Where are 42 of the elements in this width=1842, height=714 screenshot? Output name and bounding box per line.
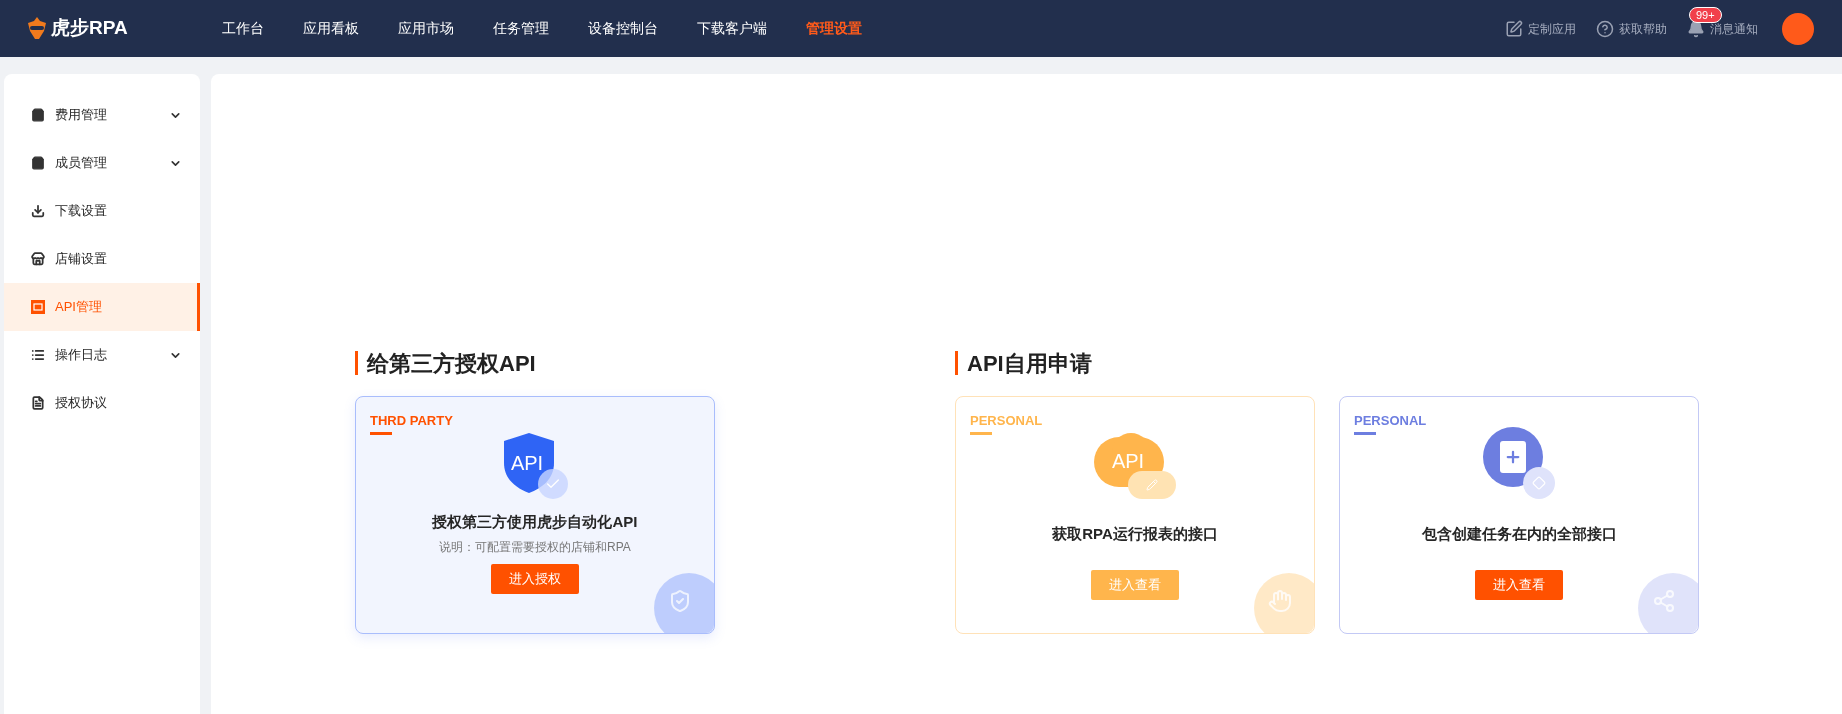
section-title: API自用申请 <box>967 349 1092 378</box>
card-description: 说明：可配置需要授权的店铺和RPA <box>439 538 631 556</box>
title-accent-bar <box>355 351 358 375</box>
card-tag: PERSONAL <box>1354 413 1427 429</box>
tiger-logo-icon <box>26 16 48 41</box>
sidebar-item[interactable]: 成员管理 <box>4 139 200 187</box>
logo-text: 虎步RPA <box>51 16 128 41</box>
help-icon <box>1596 19 1614 38</box>
list-icon <box>31 348 45 362</box>
sidebar-item[interactable]: 授权协议 <box>4 379 200 427</box>
nav-tab[interactable]: 应用看板 <box>303 18 359 39</box>
nav-tab[interactable]: 任务管理 <box>493 18 549 39</box>
avatar[interactable] <box>1782 12 1814 45</box>
tag-underline <box>1354 432 1376 435</box>
api-icon <box>31 300 45 314</box>
tag-underline <box>370 432 392 435</box>
sidebar-item[interactable]: 下载设置 <box>4 187 200 235</box>
sidebar-item[interactable]: 费用管理 <box>4 91 200 139</box>
add-document-icon <box>1483 427 1555 499</box>
nav-tab[interactable]: 工作台 <box>222 18 264 39</box>
edit-icon <box>1505 19 1523 38</box>
nav-tab[interactable]: 设备控制台 <box>588 18 658 39</box>
card-title: 授权第三方使用虎步自动化API <box>432 512 638 532</box>
title-accent-bar <box>955 351 958 375</box>
header-action[interactable]: 获取帮助 <box>1596 19 1667 38</box>
document-icon <box>31 396 45 410</box>
nav-tab[interactable]: 下载客户端 <box>697 18 767 39</box>
nav-tab[interactable]: 管理设置 <box>806 18 862 39</box>
store-icon <box>31 252 45 266</box>
header-action[interactable]: 定制应用 <box>1505 19 1576 38</box>
notification-badge: 99+ <box>1689 6 1722 23</box>
card-tag: THRD PARTY <box>370 413 453 429</box>
section-title: 给第三方授权API <box>367 349 536 378</box>
download-icon <box>31 204 45 218</box>
card-tag: PERSONAL <box>970 413 1043 429</box>
card-title: 获取RPA运行报表的接口 <box>1052 524 1218 544</box>
nav-tab[interactable]: 应用市场 <box>398 18 454 39</box>
sidebar-item[interactable]: 操作日志 <box>4 331 200 379</box>
bell-icon <box>1687 19 1705 38</box>
tag-underline <box>970 432 992 435</box>
sidebar-item[interactable]: 店铺设置 <box>4 235 200 283</box>
card-title: 包含创建任务在内的全部接口 <box>1421 524 1617 544</box>
